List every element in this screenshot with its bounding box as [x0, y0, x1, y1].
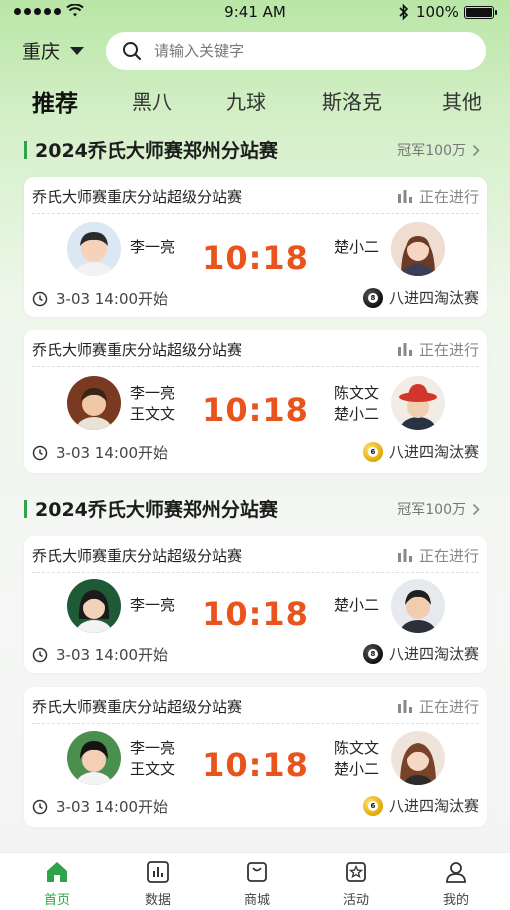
- round-label: 八进四淘汰赛: [388, 645, 479, 663]
- prize-label: 冠军100万: [397, 502, 466, 518]
- divider: [32, 572, 479, 573]
- battery-icon: [464, 6, 497, 19]
- match-time: 3-03 14:00开始: [32, 644, 168, 665]
- bluetooth-icon: [399, 3, 409, 21]
- player-name-group: 陈文文 楚小二: [334, 738, 379, 780]
- match-card[interactable]: 乔氏大师赛重庆分站超级分站赛 正在进行 李一亮 王文文 10:18 陈文文 楚小…: [24, 687, 487, 827]
- home-icon: [47, 862, 67, 882]
- prize-label: 冠军100万: [397, 143, 466, 159]
- city-label: 重庆: [22, 41, 61, 63]
- player-avatar[interactable]: [391, 731, 445, 785]
- match-round: 6 八进四淘汰赛: [362, 795, 479, 816]
- match-title: 乔氏大师赛重庆分站超级分站赛: [32, 341, 243, 359]
- tab-snooker[interactable]: 斯洛克: [322, 86, 382, 115]
- eight-ball-icon: 8: [362, 643, 383, 664]
- section-accent-bar: [24, 141, 27, 159]
- search-icon: [123, 42, 141, 60]
- nav-activity[interactable]: 活动: [316, 853, 396, 910]
- section-header: 2024乔氏大师赛郑州分站赛 冠军100万: [0, 135, 510, 163]
- city-selector[interactable]: 重庆: [22, 37, 85, 64]
- match-title: 乔氏大师赛重庆分站超级分站赛: [32, 188, 243, 206]
- nav-data[interactable]: 数据: [118, 853, 198, 910]
- live-bars-icon: [397, 549, 412, 562]
- player-name: 楚小二: [334, 405, 380, 423]
- battery-percent: 100%: [416, 3, 459, 21]
- divider: [32, 213, 479, 214]
- search-input[interactable]: [154, 42, 454, 60]
- tab-other[interactable]: 其他: [442, 86, 482, 115]
- match-time-label: 3-03 14:00开始: [56, 444, 169, 462]
- caret-down-icon: [70, 46, 85, 55]
- match-time-label: 3-03 14:00开始: [56, 646, 169, 664]
- match-time: 3-03 14:00开始: [32, 442, 168, 463]
- search-bar[interactable]: [106, 32, 486, 70]
- tab-nine-ball[interactable]: 九球: [226, 86, 266, 115]
- divider: [32, 366, 479, 367]
- status-label: 正在进行: [418, 698, 479, 716]
- section-header: 2024乔氏大师赛郑州分站赛 冠军100万: [0, 494, 510, 522]
- section-title: 2024乔氏大师赛郑州分站赛: [35, 499, 278, 521]
- match-time: 3-03 14:00开始: [32, 288, 168, 309]
- round-label: 八进四淘汰赛: [388, 797, 479, 815]
- tab-recommend[interactable]: 推荐: [32, 84, 78, 118]
- player-name: 楚小二: [334, 238, 380, 256]
- player-name: 楚小二: [334, 596, 380, 614]
- six-ball-icon: 6: [362, 441, 383, 462]
- match-time-label: 3-03 14:00开始: [56, 290, 169, 308]
- match-time-label: 3-03 14:00开始: [56, 798, 169, 816]
- match-title: 乔氏大师赛重庆分站超级分站赛: [32, 698, 243, 716]
- nav-shop[interactable]: 商城: [217, 853, 297, 910]
- live-bars-icon: [397, 343, 412, 356]
- shop-bag-icon: [247, 862, 267, 882]
- six-ball-icon: 6: [362, 795, 383, 816]
- player-name: 陈文文: [334, 739, 380, 757]
- status-bar: 9:41 AM 100%: [0, 0, 510, 26]
- bottom-nav: 首页 数据 商城 活动 我的: [0, 852, 510, 910]
- round-label: 八进四淘汰赛: [388, 289, 479, 307]
- match-time: 3-03 14:00开始: [32, 796, 168, 817]
- player-name-group: 陈文文 楚小二: [334, 383, 379, 425]
- nav-profile[interactable]: 我的: [416, 853, 496, 910]
- status-label: 正在进行: [418, 341, 479, 359]
- live-bars-icon: [397, 700, 412, 713]
- divider: [32, 723, 479, 724]
- prize-link[interactable]: 冠军100万: [397, 140, 480, 160]
- clock-icon: [32, 291, 48, 306]
- chevron-right-icon: [472, 144, 480, 156]
- match-status: 正在进行: [397, 339, 479, 360]
- match-status: 正在进行: [397, 545, 479, 566]
- status-label: 正在进行: [418, 547, 479, 565]
- user-icon: [446, 862, 466, 883]
- clock-icon: [32, 647, 48, 662]
- player-name: 陈文文: [334, 384, 380, 402]
- live-bars-icon: [397, 190, 412, 203]
- match-round: 8 八进四淘汰赛: [362, 643, 479, 664]
- match-card[interactable]: 乔氏大师赛重庆分站超级分站赛 正在进行 李一亮 10:18 楚小二 3-03 1…: [24, 177, 487, 317]
- activity-star-icon: [346, 862, 366, 882]
- match-status: 正在进行: [397, 696, 479, 717]
- section-accent-bar: [24, 500, 27, 518]
- status-label: 正在进行: [418, 188, 479, 206]
- match-card[interactable]: 乔氏大师赛重庆分站超级分站赛 正在进行 李一亮 王文文 10:18 陈文文 楚小…: [24, 330, 487, 473]
- section-title: 2024乔氏大师赛郑州分站赛: [35, 140, 278, 162]
- category-tabs: 推荐 黑八 九球 斯洛克 其他: [0, 86, 510, 120]
- player-name: 楚小二: [334, 760, 380, 778]
- clock-icon: [32, 799, 48, 814]
- chevron-right-icon: [472, 503, 480, 515]
- nav-home[interactable]: 首页: [17, 853, 97, 910]
- player-avatar[interactable]: [391, 579, 445, 633]
- eight-ball-icon: 8: [362, 287, 383, 308]
- tab-eight-ball[interactable]: 黑八: [132, 86, 172, 115]
- prize-link[interactable]: 冠军100万: [397, 499, 480, 519]
- round-label: 八进四淘汰赛: [388, 443, 479, 461]
- chart-icon: [147, 861, 169, 883]
- player-avatar[interactable]: [391, 222, 445, 276]
- match-title: 乔氏大师赛重庆分站超级分站赛: [32, 547, 243, 565]
- match-card[interactable]: 乔氏大师赛重庆分站超级分站赛 正在进行 李一亮 10:18 楚小二 3-03 1…: [24, 536, 487, 673]
- match-round: 8 八进四淘汰赛: [362, 287, 479, 308]
- player-avatar[interactable]: [391, 376, 445, 430]
- match-status: 正在进行: [397, 186, 479, 207]
- match-round: 6 八进四淘汰赛: [362, 441, 479, 462]
- clock-icon: [32, 445, 48, 460]
